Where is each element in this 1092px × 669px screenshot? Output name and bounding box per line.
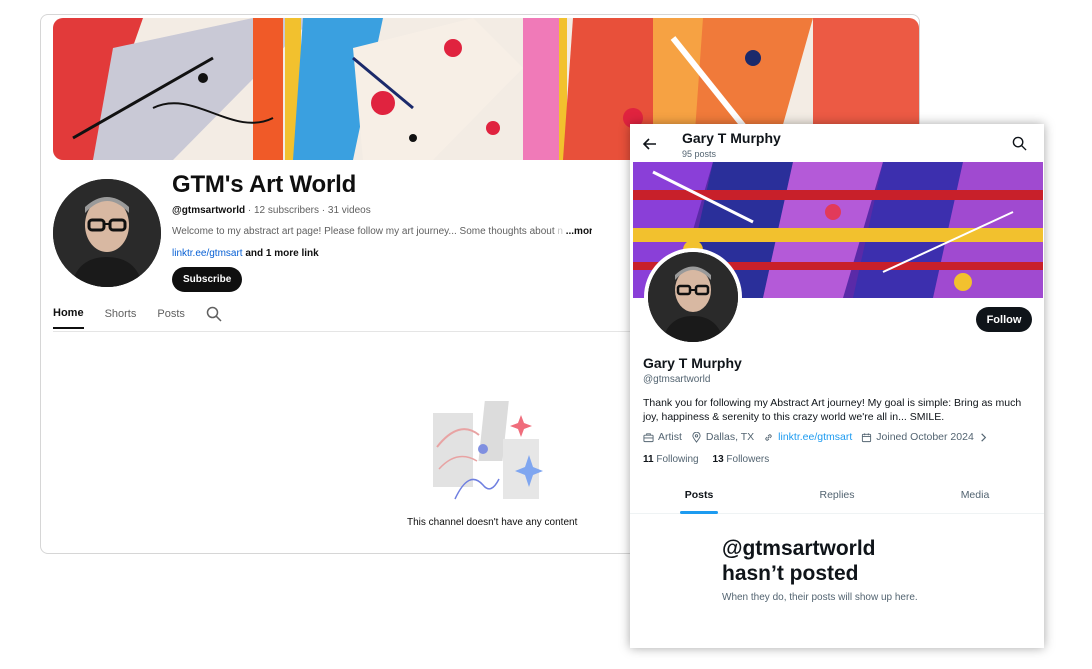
screenshot-composite: GTM's Art World @gtmsartworld · 12 subsc… xyxy=(0,0,1092,669)
youtube-more-link[interactable]: ...more xyxy=(563,226,592,237)
empty-posts-title-line1: @gtmsartworld xyxy=(722,537,876,560)
youtube-channel-meta: @gtmsartworld · 12 subscribers · 31 vide… xyxy=(172,205,371,216)
tab-shorts[interactable]: Shorts xyxy=(105,308,137,328)
youtube-channel-avatar[interactable] xyxy=(53,179,161,287)
search-icon[interactable] xyxy=(1012,136,1027,151)
chevron-right-icon[interactable] xyxy=(978,432,989,443)
profile-handle: @gtmsartworld xyxy=(643,374,711,385)
tab-home[interactable]: Home xyxy=(53,307,84,329)
search-icon[interactable] xyxy=(206,306,222,322)
youtube-link-linktree[interactable]: linktr.ee/gtmsart xyxy=(172,248,243,259)
profile-follow-stats: 11 Following 13 Followers xyxy=(643,454,769,465)
followers-link[interactable]: 13 Followers xyxy=(713,454,770,465)
youtube-channel-tabs: Home Shorts Posts xyxy=(53,306,222,329)
profile-joined: Joined October 2024 xyxy=(861,431,992,443)
joined-text: Joined October 2024 xyxy=(876,431,974,443)
empty-channel-illustration-icon xyxy=(429,399,545,507)
profession-text: Artist xyxy=(658,431,682,443)
following-link[interactable]: 11 Following xyxy=(643,454,699,465)
profile-info-row: Artist Dallas, TX linktr.ee/gtmsart Join… xyxy=(643,431,1002,443)
youtube-channel-links: linktr.ee/gtmsart and 1 more link xyxy=(172,248,319,259)
tab-posts[interactable]: Posts xyxy=(630,484,768,514)
tab-media[interactable]: Media xyxy=(906,484,1044,513)
empty-posts-title: @gtmsartworld hasn’t posted xyxy=(722,536,876,586)
location-pin-icon xyxy=(692,431,701,443)
youtube-channel-description[interactable]: Welcome to my abstract art page! Please … xyxy=(172,226,592,237)
briefcase-icon xyxy=(643,432,654,442)
profile-display-name: Gary T Murphy xyxy=(643,355,742,371)
twitter-profile-page: Gary T Murphy 95 posts Follow Gary T Mur… xyxy=(630,124,1044,648)
profile-post-count: 95 posts xyxy=(682,149,717,159)
twitter-profile-avatar[interactable] xyxy=(644,248,742,346)
link-icon xyxy=(765,433,772,441)
youtube-channel-handle: @gtmsartworld xyxy=(172,205,246,216)
profile-tabs: Posts Replies Media xyxy=(630,484,1044,514)
profile-bio: Thank you for following my Abstract Art … xyxy=(643,397,1022,423)
youtube-channel-name: GTM's Art World xyxy=(172,171,357,198)
location-text: Dallas, TX xyxy=(705,431,755,443)
tab-posts[interactable]: Posts xyxy=(157,308,185,328)
profile-header-name: Gary T Murphy xyxy=(682,130,781,146)
calendar-icon xyxy=(862,432,872,442)
website-link[interactable]: linktr.ee/gtmsart xyxy=(778,431,852,443)
empty-posts-subtitle: When they do, their posts will show up h… xyxy=(722,592,918,603)
profile-website[interactable]: linktr.ee/gtmsart xyxy=(763,431,852,443)
youtube-channel-stats: · 12 subscribers · 31 videos xyxy=(245,205,371,216)
empty-channel-message: This channel doesn't have any content xyxy=(407,517,578,528)
follow-button[interactable]: Follow xyxy=(976,307,1032,332)
profile-location: Dallas, TX xyxy=(691,431,754,443)
empty-posts-title-line2: hasn’t posted xyxy=(722,562,859,585)
subscribe-button[interactable]: Subscribe xyxy=(172,267,243,292)
back-arrow-icon[interactable] xyxy=(642,136,658,152)
tab-divider xyxy=(53,331,653,332)
profile-profession: Artist xyxy=(643,431,682,443)
tab-replies[interactable]: Replies xyxy=(768,484,906,513)
youtube-more-links[interactable]: and 1 more link xyxy=(243,248,318,259)
youtube-description-text: Welcome to my abstract art page! Please … xyxy=(172,226,558,237)
